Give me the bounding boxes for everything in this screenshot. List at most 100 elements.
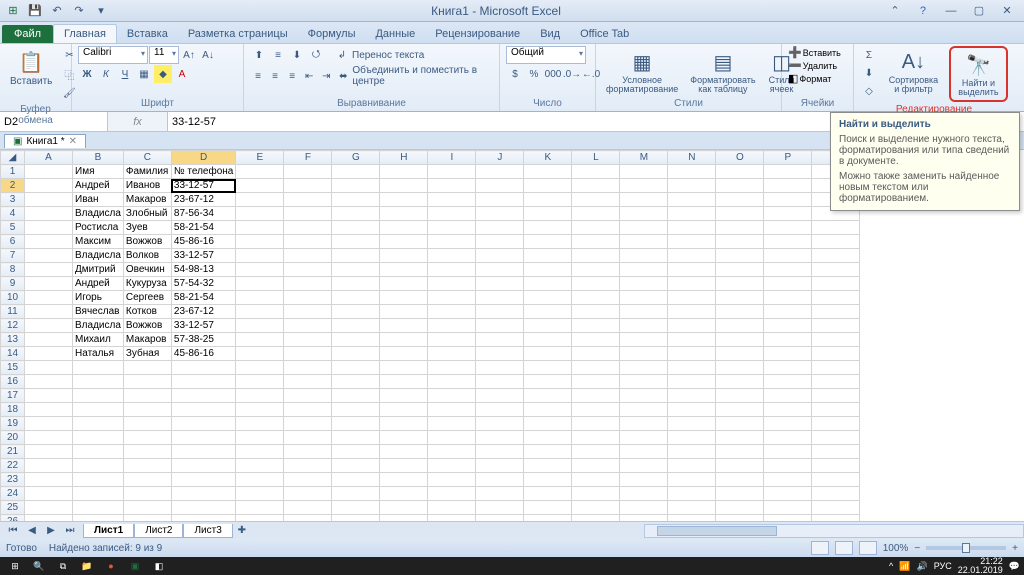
cell-N12[interactable] [668,319,716,333]
cell-M15[interactable] [620,361,668,375]
cell-N2[interactable] [668,179,716,193]
col-header-P[interactable]: P [764,151,812,165]
cell-Q20[interactable] [812,431,860,445]
wrap-text-label[interactable]: Перенос текста [352,50,424,61]
cell-F22[interactable] [284,459,332,473]
row-header-5[interactable]: 5 [1,221,25,235]
cell-L3[interactable] [572,193,620,207]
cell-K10[interactable] [524,291,572,305]
cell-K18[interactable] [524,403,572,417]
cell-A6[interactable] [25,235,73,249]
cell-Q13[interactable] [812,333,860,347]
cell-F5[interactable] [284,221,332,235]
cell-I17[interactable] [428,389,476,403]
cell-E7[interactable] [236,249,284,263]
help-icon[interactable]: ? [910,2,936,20]
cell-I21[interactable] [428,445,476,459]
cell-H25[interactable] [380,501,428,515]
cell-I13[interactable] [428,333,476,347]
cell-I23[interactable] [428,473,476,487]
cell-I7[interactable] [428,249,476,263]
cell-J1[interactable] [476,165,524,179]
cell-F10[interactable] [284,291,332,305]
conditional-formatting-button[interactable]: ▦ Условное форматирование [602,46,682,96]
tab-formulas[interactable]: Формулы [298,25,366,43]
cell-C3[interactable]: Макаров [123,193,171,207]
sheet-nav-prev-icon[interactable]: ◀ [23,522,41,540]
zoom-in-icon[interactable]: + [1012,543,1018,554]
cell-N11[interactable] [668,305,716,319]
cell-A3[interactable] [25,193,73,207]
cell-B9[interactable]: Андрей [73,277,124,291]
cell-D23[interactable] [171,473,235,487]
cell-J18[interactable] [476,403,524,417]
cell-L5[interactable] [572,221,620,235]
cell-L8[interactable] [572,263,620,277]
cell-Q21[interactable] [812,445,860,459]
cell-E8[interactable] [236,263,284,277]
tab-review[interactable]: Рецензирование [425,25,530,43]
cell-J3[interactable] [476,193,524,207]
cell-Q9[interactable] [812,277,860,291]
cell-H18[interactable] [380,403,428,417]
cell-L14[interactable] [572,347,620,361]
col-header-J[interactable]: J [476,151,524,165]
cell-O24[interactable] [716,487,764,501]
cell-K16[interactable] [524,375,572,389]
cell-O2[interactable] [716,179,764,193]
cell-D9[interactable]: 57-54-32 [171,277,235,291]
row-header-24[interactable]: 24 [1,487,25,501]
cell-K19[interactable] [524,417,572,431]
cell-B16[interactable] [73,375,124,389]
font-name-combo[interactable]: Calibri [78,46,148,64]
cell-G21[interactable] [332,445,380,459]
cell-L9[interactable] [572,277,620,291]
cell-A21[interactable] [25,445,73,459]
cell-A23[interactable] [25,473,73,487]
cell-E23[interactable] [236,473,284,487]
cell-E1[interactable] [236,165,284,179]
cell-Q19[interactable] [812,417,860,431]
cell-A24[interactable] [25,487,73,501]
cell-P14[interactable] [764,347,812,361]
cells-delete-button[interactable]: ➖Удалить [788,59,837,72]
cell-N5[interactable] [668,221,716,235]
merge-icon[interactable]: ⬌ [335,67,351,85]
cell-H21[interactable] [380,445,428,459]
cell-I6[interactable] [428,235,476,249]
cell-F12[interactable] [284,319,332,333]
number-format-combo[interactable]: Общий [506,46,586,64]
row-header-11[interactable]: 11 [1,305,25,319]
cell-M17[interactable] [620,389,668,403]
cell-N15[interactable] [668,361,716,375]
cell-Q15[interactable] [812,361,860,375]
cell-G11[interactable] [332,305,380,319]
cell-F7[interactable] [284,249,332,263]
cell-J21[interactable] [476,445,524,459]
cell-N20[interactable] [668,431,716,445]
cell-M5[interactable] [620,221,668,235]
cell-O23[interactable] [716,473,764,487]
cell-Q7[interactable] [812,249,860,263]
cell-I4[interactable] [428,207,476,221]
paste-button[interactable]: 📋 Вставить [6,46,56,89]
start-button[interactable]: ⊞ [4,558,26,574]
cell-L13[interactable] [572,333,620,347]
cell-M14[interactable] [620,347,668,361]
cell-E25[interactable] [236,501,284,515]
cell-K22[interactable] [524,459,572,473]
cell-A18[interactable] [25,403,73,417]
cell-I1[interactable] [428,165,476,179]
workbook-tab[interactable]: ▣ Книга1 * ✕ [4,134,86,148]
cell-F25[interactable] [284,501,332,515]
fill-color-icon[interactable]: ◆ [154,65,172,83]
cell-A2[interactable] [25,179,73,193]
cell-G14[interactable] [332,347,380,361]
cell-C14[interactable]: Зубная [123,347,171,361]
cell-O8[interactable] [716,263,764,277]
fill-down-icon[interactable]: ⬇ [860,64,878,82]
cell-P2[interactable] [764,179,812,193]
cell-A10[interactable] [25,291,73,305]
cell-H20[interactable] [380,431,428,445]
col-header-O[interactable]: O [716,151,764,165]
